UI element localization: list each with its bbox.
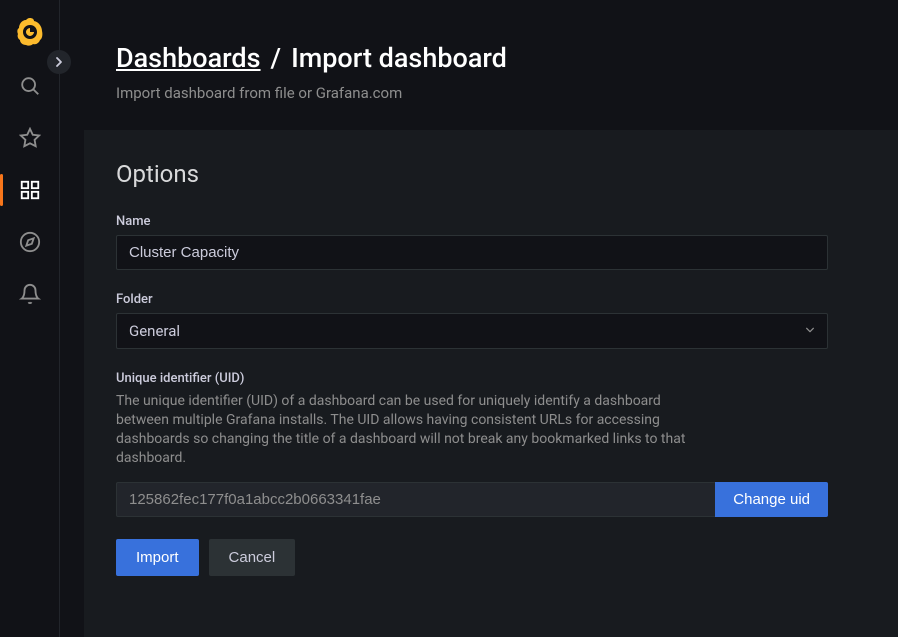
breadcrumb-current: Import dashboard	[291, 42, 507, 74]
sidebar	[0, 0, 60, 637]
action-buttons: Import Cancel	[116, 539, 866, 576]
uid-input-row: Change uid	[116, 482, 828, 517]
page-subtitle: Import dashboard from file or Grafana.co…	[116, 84, 898, 102]
grafana-logo[interactable]	[16, 18, 44, 46]
star-icon[interactable]	[18, 126, 42, 150]
main-content: Dashboards / Import dashboard Import das…	[60, 0, 898, 637]
breadcrumb: Dashboards / Import dashboard	[116, 42, 898, 74]
uid-input	[116, 482, 715, 517]
name-field-group: Name	[116, 214, 866, 270]
breadcrumb-link-dashboards[interactable]: Dashboards	[116, 42, 261, 74]
uid-help-text: The unique identifier (UID) of a dashboa…	[116, 392, 696, 468]
breadcrumb-separator: /	[271, 42, 282, 74]
folder-select-value: General	[129, 322, 180, 340]
compass-icon[interactable]	[18, 230, 42, 254]
options-heading: Options	[116, 160, 866, 188]
folder-label: Folder	[116, 292, 866, 307]
name-label: Name	[116, 214, 866, 229]
bell-icon[interactable]	[18, 282, 42, 306]
name-input[interactable]	[116, 235, 828, 270]
sidebar-expand-button[interactable]	[47, 50, 71, 74]
uid-label: Unique identifier (UID)	[116, 371, 866, 386]
chevron-down-icon	[805, 325, 815, 338]
content-panel: Options Name Folder General Unique ident…	[84, 130, 898, 637]
dashboards-icon[interactable]	[18, 178, 42, 202]
folder-select[interactable]: General	[116, 313, 828, 349]
search-icon[interactable]	[18, 74, 42, 98]
folder-field-group: Folder General	[116, 292, 866, 349]
page-header: Dashboards / Import dashboard Import das…	[60, 0, 898, 130]
import-button[interactable]: Import	[116, 539, 199, 576]
cancel-button[interactable]: Cancel	[209, 539, 296, 576]
uid-field-group: Unique identifier (UID) The unique ident…	[116, 371, 866, 517]
change-uid-button[interactable]: Change uid	[715, 482, 828, 517]
